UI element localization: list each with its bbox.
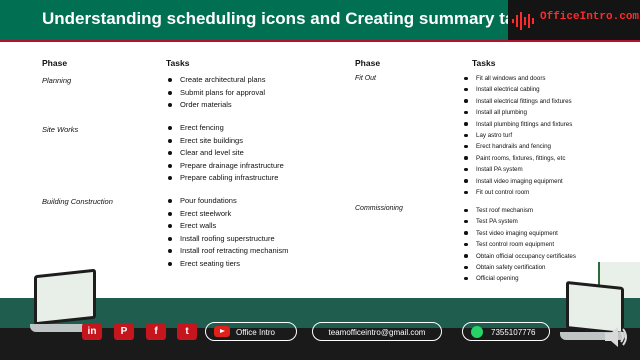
list-item: Erect handrails and fencing <box>462 141 572 152</box>
list-item: Obtain safety certification <box>462 262 576 273</box>
list-item: Erect walls <box>166 220 288 233</box>
right-phase-header: Phase <box>355 58 381 68</box>
logo-text: OfficeIntro.com <box>540 11 640 23</box>
list-item: Prepare drainage infrastructure <box>166 160 284 173</box>
list-item: Install all plumbing <box>462 107 572 118</box>
list-item: Fit all windows and doors <box>462 73 572 84</box>
list-item: Test control room equipment <box>462 239 576 250</box>
youtube-icon <box>214 326 230 337</box>
phase-building-construction: Building Construction <box>42 197 113 206</box>
list-item: Prepare cabling infrastructure <box>166 172 284 185</box>
youtube-label: Office Intro <box>236 328 275 337</box>
header-divider <box>0 40 640 42</box>
list-item: Order materials <box>166 99 265 112</box>
officeintro-logo: OfficeIntro.com <box>508 0 640 40</box>
whatsapp-link[interactable]: 7355107776 <box>462 322 550 341</box>
list-item: Test video imaging equipment <box>462 228 576 239</box>
speaker-icon[interactable] <box>603 325 629 349</box>
list-item: Install electrical fittings and fixtures <box>462 96 572 107</box>
pinterest-icon[interactable]: P <box>114 323 134 340</box>
laptop-image-left <box>30 268 100 360</box>
youtube-channel-link[interactable]: Office Intro <box>205 322 297 341</box>
commissioning-task-list: Test roof mechanism Test PA system Test … <box>462 205 576 285</box>
slide-title: Understanding scheduling icons and Creat… <box>42 9 534 28</box>
list-item: Install roofing superstructure <box>166 233 288 246</box>
list-item: Official opening <box>462 273 576 284</box>
right-tasks-header: Tasks <box>472 58 496 68</box>
left-tasks-header: Tasks <box>166 58 190 68</box>
list-item: Install electrical cabling <box>462 84 572 95</box>
phase-commissioning: Commissioning <box>355 205 403 212</box>
phase-planning: Planning <box>42 76 72 85</box>
whatsapp-icon <box>471 326 483 338</box>
list-item: Test roof mechanism <box>462 205 576 216</box>
list-item: Paint rooms, fixtures, fittings, etc <box>462 153 572 164</box>
linkedin-icon[interactable]: in <box>82 323 102 340</box>
list-item: Install plumbing fittings and fixtures <box>462 119 572 130</box>
fit-out-task-list: Fit all windows and doors Install electr… <box>462 73 572 198</box>
list-item: Erect fencing <box>166 122 284 135</box>
building-construction-task-list: Pour foundations Erect steelwork Erect w… <box>166 195 288 271</box>
phase-fit-out: Fit Out <box>355 75 377 82</box>
list-item: Install roof retracting mechanism <box>166 245 288 258</box>
list-item: Fit out control room <box>462 187 572 198</box>
phase-site-works: Site Works <box>42 125 79 134</box>
sound-wave-icon <box>512 12 534 30</box>
planning-task-list: Create architectural plans Submit plans … <box>166 74 265 112</box>
list-item: Erect steelwork <box>166 208 288 221</box>
list-item: Erect site buildings <box>166 135 284 148</box>
list-item: Lay astro turf <box>462 130 572 141</box>
list-item: Obtain official occupancy certificates <box>462 251 576 262</box>
list-item: Erect seating tiers <box>166 258 288 271</box>
list-item: Submit plans for approval <box>166 87 265 100</box>
list-item: Test PA system <box>462 216 576 227</box>
title-bar: Understanding scheduling icons and Creat… <box>0 0 640 40</box>
twitter-icon[interactable]: t <box>177 323 197 340</box>
list-item: Pour foundations <box>166 195 288 208</box>
list-item: Install video imaging equipment <box>462 176 572 187</box>
list-item: Clear and level site <box>166 147 284 160</box>
email-link[interactable]: teamofficeintro@gmail.com <box>312 322 442 341</box>
facebook-icon[interactable]: f <box>146 323 166 340</box>
site-works-task-list: Erect fencing Erect site buildings Clear… <box>166 122 284 185</box>
left-phase-header: Phase <box>42 58 68 68</box>
whatsapp-number: 7355107776 <box>491 328 536 337</box>
list-item: Create architectural plans <box>166 74 265 87</box>
list-item: Install PA system <box>462 164 572 175</box>
